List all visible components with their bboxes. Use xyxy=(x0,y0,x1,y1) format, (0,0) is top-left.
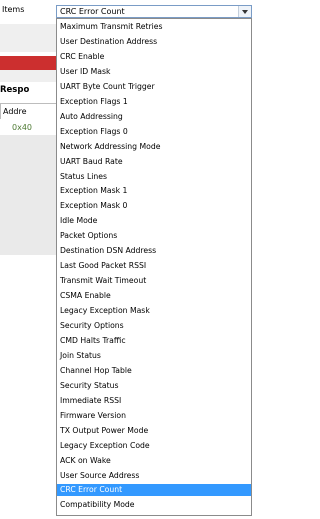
background-panel-gray xyxy=(0,135,56,255)
dropdown-option[interactable]: Status Lines xyxy=(57,171,251,183)
background-row xyxy=(0,70,56,82)
dropdown-option[interactable]: Packet Options xyxy=(57,230,251,242)
dropdown-option[interactable]: ACK on Wake xyxy=(57,455,251,467)
response-label: Respo xyxy=(0,85,30,95)
dropdown-option[interactable]: Exception Mask 1 xyxy=(57,185,251,197)
dropdown-option[interactable]: Exception Mask 0 xyxy=(57,200,251,212)
dropdown-option[interactable]: Exception Flags 0 xyxy=(57,126,251,138)
dropdown-option[interactable]: Firmware Version xyxy=(57,410,251,422)
dropdown-option[interactable]: User Destination Address xyxy=(57,36,251,48)
dropdown-option[interactable]: User Source Address xyxy=(57,470,251,482)
background-red-row xyxy=(0,56,56,70)
dropdown-option[interactable]: Maximum Transmit Retries xyxy=(57,21,251,33)
dropdown-option[interactable]: Auto Addressing xyxy=(57,111,251,123)
dropdown-option[interactable]: Join Status xyxy=(57,350,251,362)
dropdown-option[interactable]: Legacy Exception Mask xyxy=(57,305,251,317)
dropdown-option[interactable]: Network Addressing Mode xyxy=(57,141,251,153)
dropdown-option[interactable]: Security Status xyxy=(57,380,251,392)
dropdown-option[interactable]: TX Output Power Mode xyxy=(57,425,251,437)
dropdown-option[interactable]: UART Byte Count Trigger xyxy=(57,81,251,93)
dropdown-option[interactable]: Compatibility Mode xyxy=(57,499,251,511)
dropdown-option[interactable]: Destination DSN Address xyxy=(57,245,251,257)
dropdown-option[interactable]: Transmit Wait Timeout xyxy=(57,275,251,287)
dropdown-option[interactable]: CRC Error Count xyxy=(57,484,251,497)
dropdown-option[interactable]: Exception Flags 1 xyxy=(57,96,251,108)
dropdown-option[interactable]: UART Baud Rate xyxy=(57,156,251,168)
dropdown-option[interactable]: Legacy Exception Code xyxy=(57,440,251,452)
dropdown-option[interactable]: Channel Hop Table xyxy=(57,365,251,377)
dropdown-option[interactable]: Last Good Packet RSSI xyxy=(57,260,251,272)
chevron-down-icon[interactable] xyxy=(238,6,251,17)
dropdown-option[interactable]: Security Options xyxy=(57,320,251,332)
dropdown-option[interactable]: CMD Halts Traffic xyxy=(57,335,251,347)
items-combobox[interactable]: CRC Error Count xyxy=(56,5,252,18)
dropdown-option[interactable]: CRC Enable xyxy=(57,51,251,63)
dropdown-option[interactable]: CSMA Enable xyxy=(57,290,251,302)
address-header: Addre xyxy=(3,107,27,116)
items-dropdown-list[interactable]: Maximum Transmit Retries User Destination… xyxy=(56,18,252,516)
background-row xyxy=(0,24,56,52)
dropdown-option[interactable]: Immediate RSSI xyxy=(57,395,251,407)
background-panel-white xyxy=(0,255,56,519)
combobox-value: CRC Error Count xyxy=(60,7,125,16)
dropdown-option[interactable]: User ID Mask xyxy=(57,66,251,78)
items-label: Items xyxy=(2,5,25,14)
address-value: 0x40 xyxy=(12,123,33,132)
dropdown-option[interactable]: Idle Mode xyxy=(57,215,251,227)
